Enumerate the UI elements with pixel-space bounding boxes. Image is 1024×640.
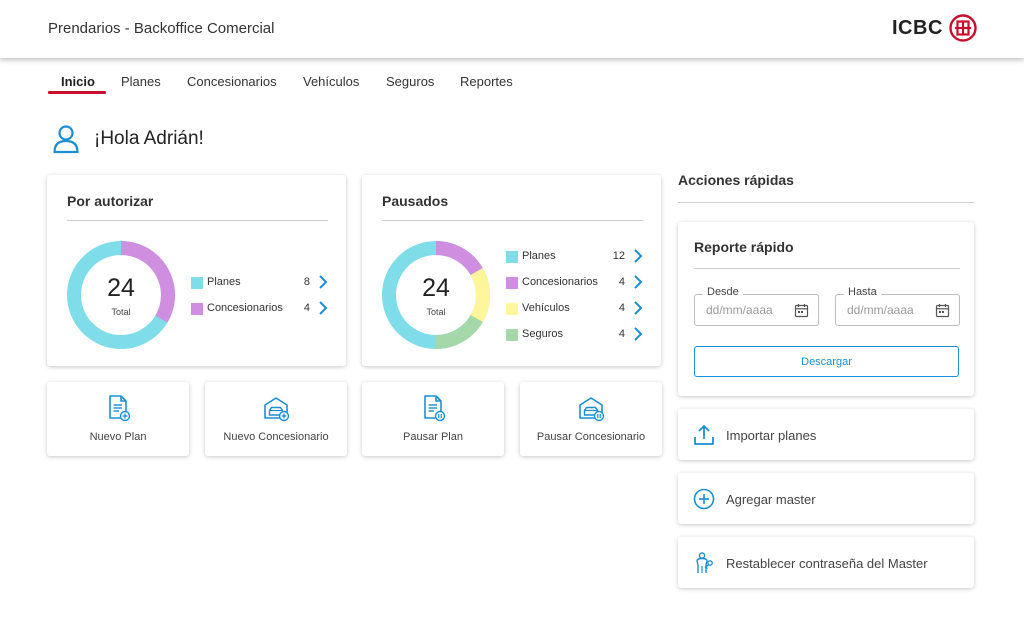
tab-reportes[interactable]: Reportes bbox=[460, 74, 513, 89]
person-key-icon bbox=[696, 552, 713, 573]
upload-icon bbox=[694, 425, 714, 445]
tab-planes[interactable]: Planes bbox=[121, 74, 161, 89]
legend-row-planes[interactable]: Planes 8 bbox=[191, 275, 331, 291]
legend-count: 4 bbox=[618, 302, 625, 314]
chevron-right-icon[interactable] bbox=[316, 274, 330, 290]
top-bar: Prendarios - Backoffice Comercial ICBC bbox=[0, 0, 1024, 58]
reset-master-password-action[interactable]: Restablecer contraseña del Master bbox=[678, 537, 974, 588]
date-from-field[interactable]: Desde bbox=[694, 286, 819, 326]
legend-swatch bbox=[506, 251, 518, 263]
legend-label: Planes bbox=[522, 250, 556, 262]
document-pause-icon bbox=[424, 395, 446, 422]
user-icon bbox=[53, 125, 79, 154]
legend-row-concesionarios[interactable]: Concesionarios 4 bbox=[506, 275, 646, 291]
card-title: Pausados bbox=[382, 193, 449, 209]
tab-inicio[interactable]: Inicio bbox=[61, 74, 95, 89]
tab-concesionarios[interactable]: Concesionarios bbox=[187, 74, 277, 89]
legend-swatch bbox=[191, 303, 203, 315]
card-title: Por autorizar bbox=[67, 193, 154, 209]
date-to-field[interactable]: Hasta bbox=[835, 286, 960, 326]
chevron-right-icon[interactable] bbox=[316, 300, 330, 316]
divider bbox=[382, 220, 643, 221]
total-label: Total bbox=[111, 307, 131, 317]
legend-row-vehiculos[interactable]: Vehículos 4 bbox=[506, 301, 646, 317]
nuevo-plan-tile[interactable]: Nuevo Plan bbox=[47, 382, 189, 456]
legend-label: Seguros bbox=[522, 328, 563, 340]
greeting: ¡Hola Adrián! bbox=[52, 124, 204, 154]
legend-label: Vehículos bbox=[522, 302, 570, 314]
calendar-icon[interactable] bbox=[794, 303, 809, 318]
download-button[interactable]: Descargar bbox=[694, 346, 959, 377]
divider bbox=[67, 220, 328, 221]
app-title: Prendarios - Backoffice Comercial bbox=[48, 20, 275, 37]
chevron-right-icon[interactable] bbox=[631, 248, 645, 264]
chevron-right-icon[interactable] bbox=[631, 326, 645, 342]
tile-label: Pausar Plan bbox=[403, 431, 463, 443]
pausados-card: Pausados 24 Total Planes 12 Concesionari… bbox=[362, 175, 661, 366]
legend-count: 4 bbox=[618, 328, 625, 340]
pausar-plan-tile[interactable]: Pausar Plan bbox=[362, 382, 504, 456]
chevron-right-icon[interactable] bbox=[631, 300, 645, 316]
document-add-icon bbox=[109, 395, 131, 422]
legend-row-seguros[interactable]: Seguros 4 bbox=[506, 327, 646, 343]
legend-count: 4 bbox=[303, 302, 310, 314]
plus-circle-icon bbox=[693, 488, 715, 510]
garage-car-pause-icon bbox=[579, 397, 605, 422]
divider bbox=[678, 202, 974, 203]
legend-row-planes[interactable]: Planes 12 bbox=[506, 249, 646, 265]
legend-label: Concesionarios bbox=[522, 276, 598, 288]
brand-logo: ICBC bbox=[892, 14, 977, 42]
greeting-text: ¡Hola Adrián! bbox=[94, 128, 204, 149]
divider bbox=[694, 268, 960, 269]
legend-swatch bbox=[506, 277, 518, 289]
total-label: Total bbox=[426, 307, 446, 317]
calendar-icon[interactable] bbox=[935, 303, 950, 318]
legend-row-concesionarios[interactable]: Concesionarios 4 bbox=[191, 301, 331, 317]
action-label: Restablecer contraseña del Master bbox=[726, 556, 928, 571]
tab-seguros[interactable]: Seguros bbox=[386, 74, 434, 89]
legend-swatch bbox=[506, 329, 518, 341]
chevron-right-icon[interactable] bbox=[631, 274, 645, 290]
action-label: Agregar master bbox=[726, 492, 816, 507]
card-title: Reporte rápido bbox=[694, 239, 794, 255]
add-master-action[interactable]: Agregar master bbox=[678, 473, 974, 524]
action-label: Importar planes bbox=[726, 428, 817, 443]
active-tab-indicator bbox=[48, 91, 106, 94]
legend-count: 12 bbox=[612, 250, 625, 262]
total-count: 24 bbox=[422, 274, 450, 302]
legend-label: Planes bbox=[207, 276, 241, 288]
garage-car-add-icon bbox=[264, 397, 290, 422]
tile-label: Nuevo Plan bbox=[89, 431, 147, 443]
nuevo-concesionario-tile[interactable]: Nuevo Concesionario bbox=[205, 382, 347, 456]
por-autorizar-card: Por autorizar 24 Total Planes 8 Concesio… bbox=[47, 175, 346, 366]
total-count: 24 bbox=[107, 274, 135, 302]
pausar-concesionario-tile[interactable]: Pausar Concesionario bbox=[520, 382, 662, 456]
tile-label: Nuevo Concesionario bbox=[223, 431, 329, 443]
legend-count: 8 bbox=[303, 276, 310, 288]
tile-label: Pausar Concesionario bbox=[536, 431, 646, 443]
legend-swatch bbox=[506, 303, 518, 315]
icbc-logo-icon bbox=[949, 14, 977, 42]
quick-actions-title: Acciones rápidas bbox=[678, 172, 794, 188]
brand-name: ICBC bbox=[892, 16, 943, 39]
tab-vehiculos[interactable]: Vehículos bbox=[303, 74, 359, 89]
legend-count: 4 bbox=[618, 276, 625, 288]
legend-label: Concesionarios bbox=[207, 302, 283, 314]
import-plans-action[interactable]: Importar planes bbox=[678, 409, 974, 460]
legend-swatch bbox=[191, 277, 203, 289]
